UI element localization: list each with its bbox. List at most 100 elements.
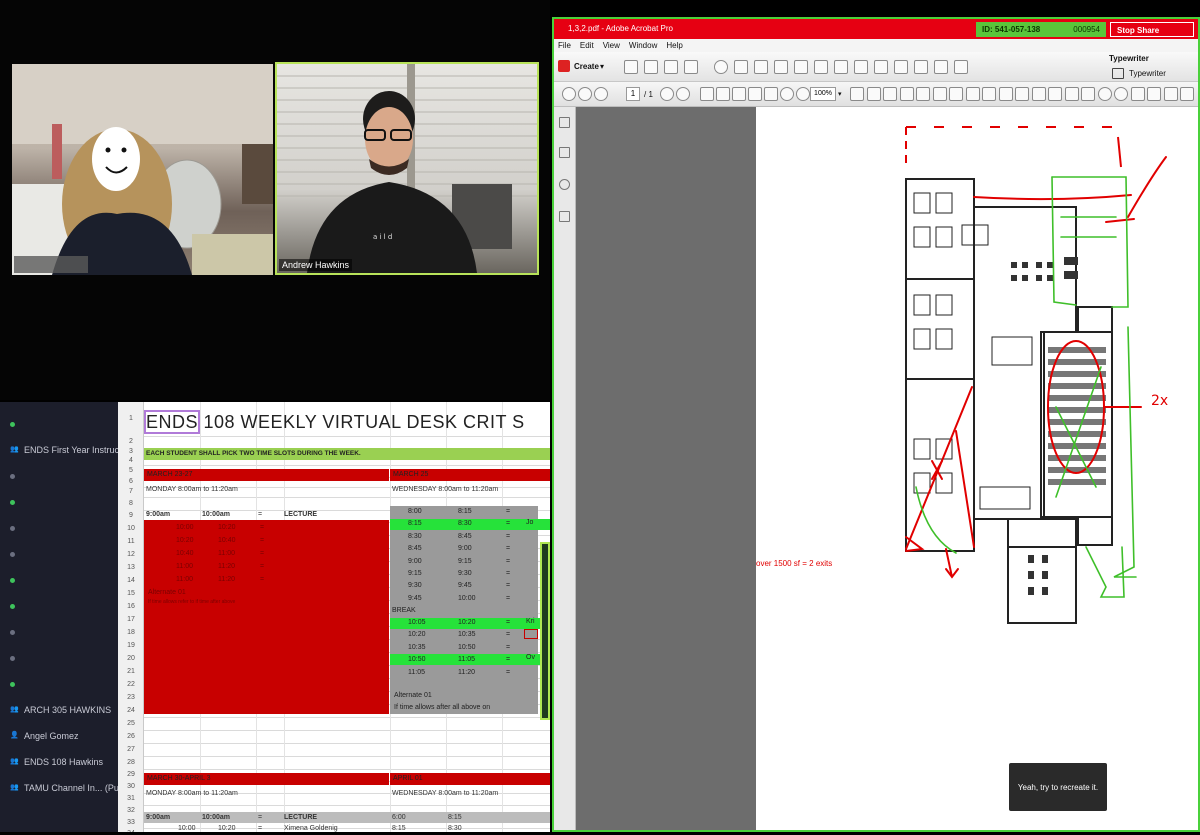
- sidebar-item[interactable]: [0, 466, 118, 486]
- sidebar-item[interactable]: [0, 648, 118, 668]
- typewriter-button[interactable]: Typewriter: [1129, 69, 1166, 78]
- two-page-icon[interactable]: [899, 87, 914, 101]
- sidebar-item[interactable]: 👥 ARCH 305 HAWKINS: [0, 700, 118, 720]
- layout-icon[interactable]: [982, 87, 996, 101]
- edit-icon[interactable]: [934, 60, 948, 74]
- pages-icon[interactable]: [559, 117, 570, 128]
- settings-icon[interactable]: [1147, 87, 1161, 101]
- typewriter-icon[interactable]: [1112, 68, 1124, 79]
- time-cell: =: [260, 537, 265, 544]
- fit-width-icon[interactable]: [866, 87, 881, 101]
- participant-tile[interactable]: [12, 64, 273, 275]
- extra-icon[interactable]: [1180, 87, 1194, 101]
- tools-icon[interactable]: [1081, 87, 1095, 101]
- gear-icon[interactable]: [714, 60, 728, 74]
- sidebar-item[interactable]: [0, 622, 118, 642]
- print-icon[interactable]: [664, 60, 678, 74]
- open-icon[interactable]: [624, 60, 638, 74]
- select-icon[interactable]: [700, 87, 714, 101]
- page-up-icon[interactable]: [660, 87, 674, 101]
- previous-page-icon[interactable]: [562, 87, 576, 101]
- attachment-icon[interactable]: [559, 179, 570, 190]
- sidebar-item[interactable]: 👥 ENDS 108 Hawkins: [0, 752, 118, 772]
- selected-cell[interactable]: ENDS: [143, 410, 201, 434]
- sidebar-item[interactable]: [0, 414, 118, 434]
- chat-toast[interactable]: Yeah, try to recreate it.: [1009, 763, 1107, 811]
- sidebar-item[interactable]: 👤 Angel Gomez: [0, 726, 118, 746]
- attach-icon[interactable]: [954, 60, 968, 74]
- screen-share-bar[interactable]: ID: 541-057-138 000954: [976, 22, 1106, 37]
- time-cell: 10:50: [408, 656, 426, 664]
- sidebar-item[interactable]: [0, 544, 118, 564]
- read-icon[interactable]: [1064, 87, 1079, 101]
- stamp-icon[interactable]: [834, 60, 848, 74]
- share-timer: 000954: [1073, 25, 1100, 34]
- export-icon[interactable]: [794, 60, 808, 74]
- page-down-icon[interactable]: [676, 87, 690, 101]
- day-row-right: WEDNESDAY 8:00am to 11:20am: [392, 790, 499, 797]
- selected-cell-outline[interactable]: [524, 629, 538, 639]
- sidebar-item[interactable]: [0, 674, 118, 694]
- menu-item-help[interactable]: Help: [666, 39, 682, 52]
- active-speaker-tile[interactable]: a i l d Andrew Hawkins: [275, 62, 539, 275]
- signature-icon[interactable]: [559, 211, 570, 222]
- scroll-icon[interactable]: [932, 87, 947, 101]
- menu-item-file[interactable]: File: [558, 39, 571, 52]
- pen-icon[interactable]: [914, 60, 928, 74]
- bookmark-icon[interactable]: [559, 147, 570, 158]
- sidebar-item[interactable]: [0, 596, 118, 616]
- layout-4-icon[interactable]: [1031, 87, 1046, 101]
- menu-item-window[interactable]: Window: [629, 39, 657, 52]
- sidebar-item[interactable]: [0, 570, 118, 590]
- zoom-minus-icon[interactable]: [796, 87, 810, 101]
- sheet-title-rest: 108 WEEKLY VIRTUAL DESK CRIT S: [198, 412, 525, 432]
- pages-icon[interactable]: [774, 60, 788, 74]
- menu-item-view[interactable]: View: [603, 39, 620, 52]
- rotate-icon[interactable]: [916, 87, 930, 101]
- compare-icon[interactable]: [965, 87, 980, 101]
- create-button[interactable]: Create: [574, 62, 599, 71]
- fit-page-icon[interactable]: [850, 87, 864, 101]
- review-icon[interactable]: [814, 60, 828, 74]
- next-page-icon[interactable]: [578, 87, 592, 101]
- split-icon[interactable]: [949, 87, 963, 101]
- comment-icon[interactable]: [734, 60, 748, 74]
- first-page-icon[interactable]: [594, 87, 608, 101]
- zoom-in-icon[interactable]: [748, 87, 762, 101]
- page-number-input[interactable]: 1: [626, 87, 640, 101]
- hand-icon[interactable]: [716, 87, 730, 101]
- sidebar-item-label: TAMU Channel In... (Public): [24, 783, 118, 793]
- row-number: 22: [127, 680, 135, 688]
- chevron-down-icon[interactable]: ▾: [600, 62, 604, 71]
- layout-5-icon[interactable]: [1048, 87, 1062, 101]
- share-icon[interactable]: [1097, 87, 1112, 101]
- stop-share-button[interactable]: Stop Share: [1110, 22, 1194, 37]
- help-icon[interactable]: [1130, 87, 1145, 101]
- zoom-input[interactable]: 100%: [810, 87, 836, 101]
- zoom-plus-icon[interactable]: [780, 87, 794, 101]
- sidebar-item[interactable]: 👥 ENDS First Year Instructo...: [0, 440, 118, 460]
- menu-item-edit[interactable]: Edit: [580, 39, 594, 52]
- save-icon[interactable]: [644, 60, 658, 74]
- zoom-out-icon[interactable]: [732, 87, 746, 101]
- row-number: 2: [129, 438, 133, 445]
- print-preview-icon[interactable]: [854, 60, 868, 74]
- single-page-icon[interactable]: [883, 87, 897, 101]
- email-icon[interactable]: [684, 60, 698, 74]
- sidebar-item[interactable]: [0, 518, 118, 538]
- zoom-dropdown-icon[interactable]: ▾: [838, 90, 842, 98]
- week-header-right: MARCH 25: [390, 469, 550, 481]
- layout-3-icon[interactable]: [1015, 87, 1029, 101]
- sidebar-item[interactable]: [0, 492, 118, 512]
- sidebar-item[interactable]: 👥 TAMU Channel In... (Public): [0, 778, 118, 798]
- font-size-icon[interactable]: [894, 60, 908, 74]
- more-icon[interactable]: [1163, 87, 1178, 101]
- pdf-page[interactable]: 2x over 1500 sf = 2 exits: [756, 107, 1198, 830]
- sign-icon[interactable]: [754, 60, 768, 74]
- time-cell: 10:20: [408, 631, 426, 639]
- layout-2-icon[interactable]: [998, 87, 1013, 101]
- grid-line: [144, 756, 550, 757]
- panel-icon[interactable]: [1114, 87, 1128, 101]
- text-icon[interactable]: [874, 60, 888, 74]
- marquee-zoom-icon[interactable]: [764, 87, 778, 101]
